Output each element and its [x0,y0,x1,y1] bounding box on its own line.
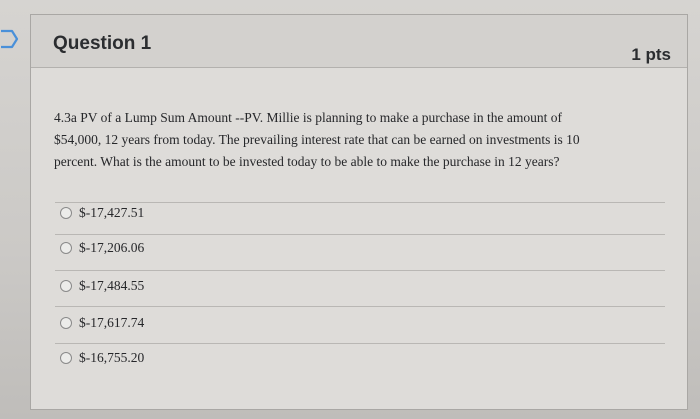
radio-button[interactable] [60,242,72,254]
question-card: Question 1 1 pts 4.3a PV of a Lump Sum A… [30,14,688,410]
answer-option[interactable]: $-17,427.51 [60,203,144,223]
answer-label: $-17,617.74 [79,315,145,330]
question-header: Question 1 1 pts [31,15,687,68]
answer-option[interactable]: $-17,617.74 [60,313,144,333]
question-points: 1 pts [631,45,671,64]
divider [55,234,665,235]
divider [55,202,665,203]
answer-option[interactable]: $-16,755.20 [60,348,144,368]
answer-label: $-17,484.55 [79,278,145,293]
question-text: 4.3a PV of a Lump Sum Amount --PV. Milli… [54,107,654,173]
answer-option[interactable]: $-17,206.06 [60,238,144,258]
question-text-line: $54,000, 12 years from today. The prevai… [54,132,580,147]
radio-button[interactable] [60,352,72,364]
answer-label: $-17,206.06 [79,240,145,255]
question-title: Question 1 [53,33,152,54]
divider [55,343,665,344]
answer-label: $-16,755.20 [79,350,145,365]
radio-button[interactable] [60,280,72,292]
answer-label: $-17,427.51 [79,205,145,220]
question-text-line: percent. What is the amount to be invest… [54,154,560,169]
divider [55,306,665,307]
radio-button[interactable] [60,317,72,329]
quiz-page: Question 1 1 pts 4.3a PV of a Lump Sum A… [0,0,700,419]
question-text-line: 4.3a PV of a Lump Sum Amount --PV. Milli… [54,110,562,125]
divider [55,270,665,271]
flag-icon[interactable] [0,28,22,50]
answer-option[interactable]: $-17,484.55 [60,276,144,296]
radio-button[interactable] [60,207,72,219]
